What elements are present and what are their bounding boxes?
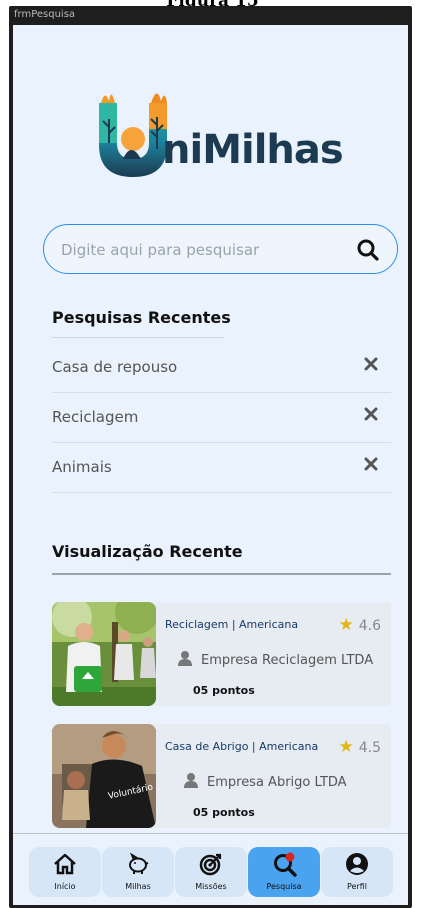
rating-value: 4.5 <box>358 740 381 756</box>
app-window: frmPesquisa niMilhas Digite aqui para pe… <box>9 6 412 908</box>
star-icon: ★ <box>338 615 354 635</box>
nav-label: Perfil <box>346 882 367 891</box>
search-screen: niMilhas Pesquisas Recentes Casa de repo… <box>13 25 408 905</box>
logo-text: niMilhas <box>162 127 344 173</box>
recent-views-title: Visualização Recente <box>52 542 243 561</box>
card-image-recycling <box>52 602 156 706</box>
card-rating: ★ 4.5 <box>338 737 381 757</box>
piggy-bank-icon <box>129 852 149 874</box>
list-item[interactable]: Reciclagem <box>52 393 391 443</box>
app-logo: niMilhas <box>95 79 355 189</box>
close-icon[interactable] <box>363 356 379 372</box>
nav-inicio[interactable]: Início <box>29 847 101 897</box>
recent-view-card[interactable]: Voluntário Casa de Abrigo | Americana ★ 4… <box>52 724 391 828</box>
card-points: 05 pontos <box>193 684 255 697</box>
nav-perfil[interactable]: Perfil <box>321 847 393 897</box>
search-icon <box>274 852 297 877</box>
divider <box>52 337 224 338</box>
rating-value: 4.6 <box>358 618 381 634</box>
user-icon <box>178 651 192 666</box>
list-item[interactable]: Animais <box>52 443 391 493</box>
nav-label: Milhas <box>125 882 151 891</box>
nav-label: Missões <box>195 882 227 891</box>
star-icon: ★ <box>338 737 354 757</box>
recent-search-label: Reciclagem <box>52 408 139 426</box>
nav-label: Pesquisa <box>266 882 302 891</box>
user-icon <box>346 853 368 875</box>
card-image-shelter: Voluntário <box>52 724 156 828</box>
home-icon <box>54 853 76 875</box>
target-icon <box>199 853 222 876</box>
recent-view-card[interactable]: Reciclagem | Americana ★ 4.6 Empresa Reci… <box>52 602 391 706</box>
bottom-navigation: Início Milhas Missões Pesquisa Perfil <box>29 847 393 897</box>
recent-search-label: Casa de repouso <box>52 358 178 376</box>
card-title: Casa de Abrigo | Americana <box>165 740 319 753</box>
company-name: Empresa Abrigo LTDA <box>207 775 347 790</box>
card-title: Reciclagem | Americana <box>165 618 299 631</box>
nav-label: Início <box>54 882 76 891</box>
recent-searches-title: Pesquisas Recentes <box>52 308 231 327</box>
recent-search-label: Animais <box>52 458 112 476</box>
close-icon[interactable] <box>363 406 379 422</box>
divider <box>52 573 391 575</box>
nav-missoes[interactable]: Missões <box>175 847 247 897</box>
user-icon <box>184 773 198 788</box>
company-name: Empresa Reciclagem LTDA <box>201 653 374 668</box>
window-title: frmPesquisa <box>14 9 76 20</box>
card-company: Empresa Reciclagem LTDA <box>177 650 373 668</box>
search-icon[interactable] <box>355 237 381 263</box>
search-bar[interactable] <box>43 224 398 274</box>
search-input[interactable] <box>59 237 343 263</box>
close-icon[interactable] <box>363 456 379 472</box>
nav-milhas[interactable]: Milhas <box>102 847 174 897</box>
divider <box>13 833 408 834</box>
card-points: 05 pontos <box>193 806 255 819</box>
list-item[interactable]: Casa de repouso <box>52 343 391 393</box>
nav-pesquisa[interactable]: Pesquisa <box>248 847 320 897</box>
card-rating: ★ 4.6 <box>338 615 381 635</box>
card-company: Empresa Abrigo LTDA <box>183 772 347 790</box>
